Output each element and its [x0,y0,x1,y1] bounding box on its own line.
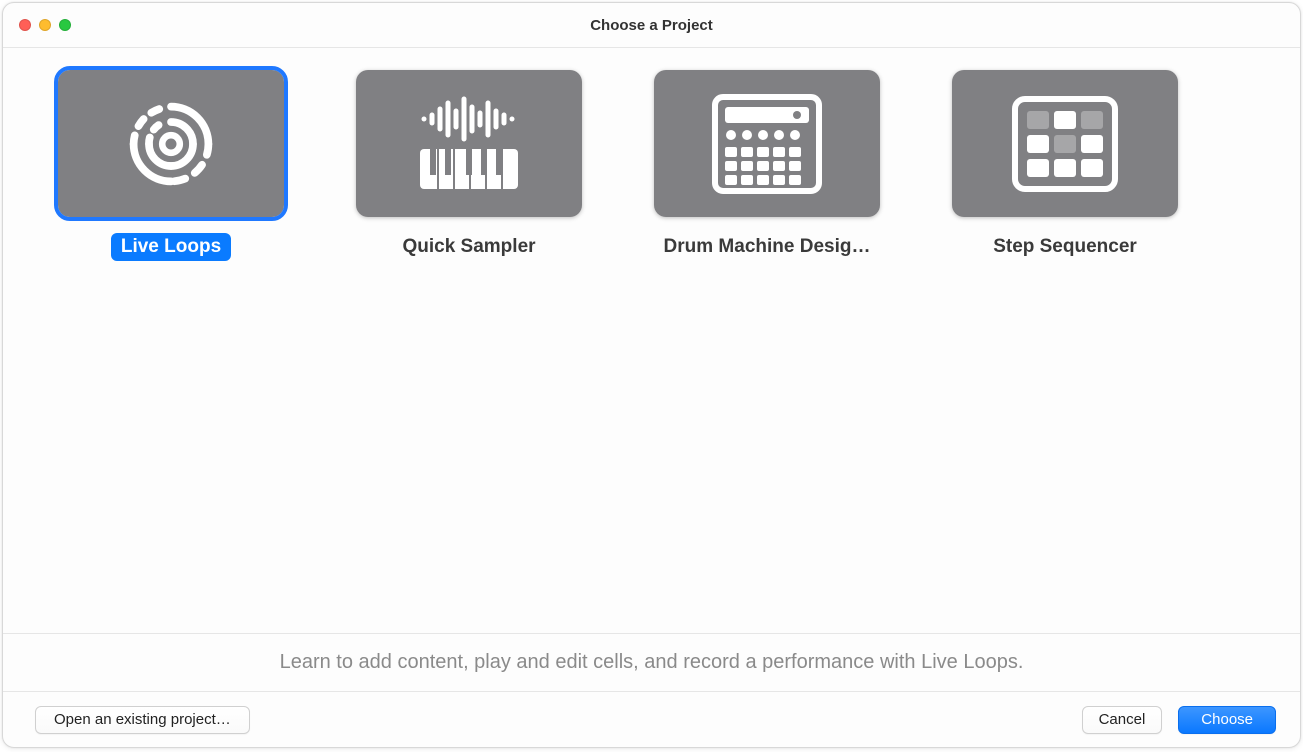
step-sequencer-icon [952,70,1178,217]
template-label: Step Sequencer [983,233,1147,261]
drum-machine-icon [654,70,880,217]
template-drum-machine-designer[interactable]: Drum Machine Desig… [654,70,880,261]
live-loops-icon [58,70,284,217]
choose-button[interactable]: Choose [1178,706,1276,734]
template-quick-sampler[interactable]: Quick Sampler [356,70,582,261]
button-bar: Open an existing project… Cancel Choose [3,691,1300,747]
template-description: Learn to add content, play and edit cell… [3,633,1300,691]
template-step-sequencer[interactable]: Step Sequencer [952,70,1178,261]
titlebar: Choose a Project [3,3,1300,48]
template-grid: Live Loops [3,48,1300,633]
template-live-loops[interactable]: Live Loops [58,70,284,261]
quick-sampler-icon [356,70,582,217]
window-title: Choose a Project [3,17,1300,34]
project-chooser-window: Choose a Project [2,2,1301,748]
template-label: Quick Sampler [392,233,545,261]
cancel-button[interactable]: Cancel [1082,706,1163,734]
template-label: Drum Machine Desig… [654,233,881,261]
open-existing-project-button[interactable]: Open an existing project… [35,706,250,734]
template-label: Live Loops [111,233,231,261]
